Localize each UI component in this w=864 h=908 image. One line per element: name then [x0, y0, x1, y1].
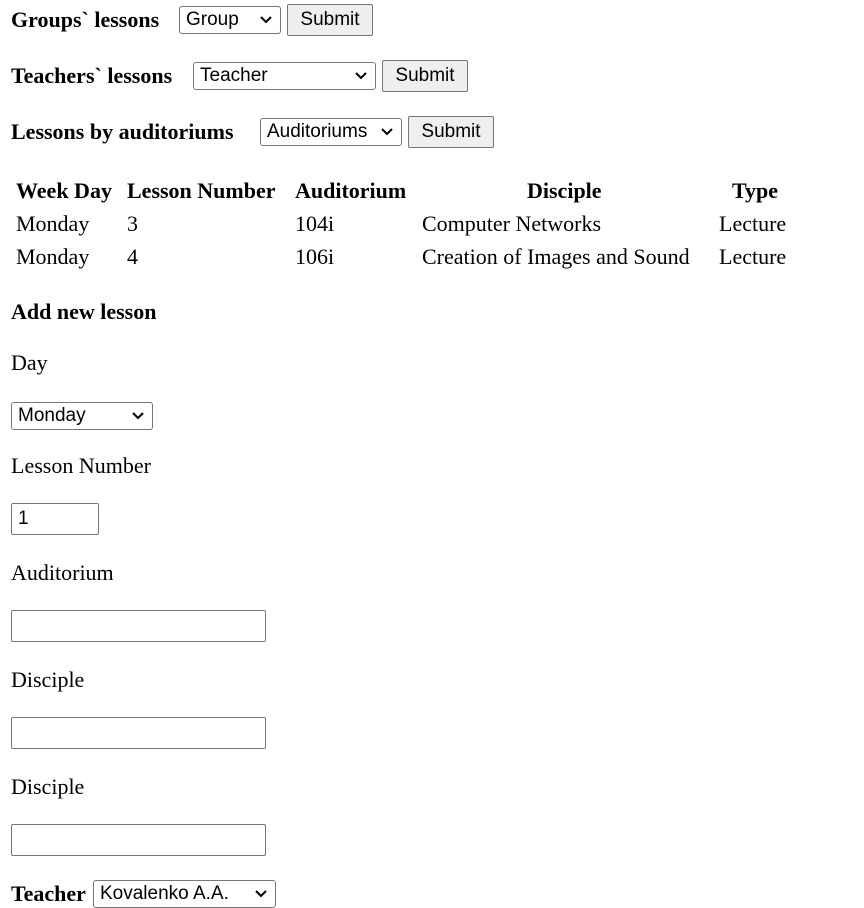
teachers-submit-button[interactable]: Submit — [382, 60, 468, 92]
day-label: Day — [11, 350, 48, 375]
lesson-number-label: Lesson Number — [11, 453, 151, 478]
disciple-label-2: Disciple — [11, 774, 85, 799]
header-week-day: Week Day — [16, 178, 112, 203]
disciple-input[interactable] — [11, 717, 266, 749]
chevron-down-icon — [255, 890, 267, 898]
groups-submit-button[interactable]: Submit — [287, 4, 373, 36]
cell-type: Lecture — [719, 244, 787, 269]
lesson-number-input[interactable]: 1 — [11, 503, 99, 535]
teacher-filter-select-value: Teacher — [200, 65, 268, 86]
cell-lesson-number: 3 — [127, 211, 138, 236]
cell-lesson-number: 4 — [127, 244, 138, 269]
auditoriums-lessons-label: Lessons by auditoriums — [11, 119, 234, 144]
disciple-label: Disciple — [11, 667, 85, 692]
cell-auditorium: 106i — [295, 244, 335, 269]
day-select-value: Monday — [18, 405, 86, 426]
cell-week-day: Monday — [16, 244, 90, 269]
teacher-select-value: Kovalenko A.A. — [100, 883, 229, 904]
disciple-input-2[interactable] — [11, 824, 266, 856]
chevron-down-icon — [260, 16, 272, 24]
teacher-select[interactable]: Kovalenko A.A. — [93, 880, 276, 908]
header-auditorium: Auditorium — [295, 178, 407, 203]
add-lesson-heading: Add new lesson — [11, 299, 157, 324]
teacher-filter-select[interactable]: Teacher — [193, 62, 376, 90]
group-select-value: Group — [186, 9, 239, 30]
chevron-down-icon — [132, 412, 144, 420]
cell-disciple: Computer Networks — [422, 211, 602, 236]
day-select[interactable]: Monday — [11, 402, 153, 430]
groups-lessons-label: Groups` lessons — [11, 7, 160, 32]
auditorium-filter-select[interactable]: Auditoriums — [260, 118, 402, 146]
auditorium-label: Auditorium — [11, 560, 114, 585]
teacher-label: Teacher — [11, 881, 86, 906]
auditoriums-submit-button[interactable]: Submit — [408, 116, 494, 148]
teachers-lessons-label: Teachers` lessons — [11, 63, 173, 88]
cell-auditorium: 104i — [295, 211, 335, 236]
header-type: Type — [732, 178, 779, 203]
header-disciple: Disciple — [527, 178, 602, 203]
auditorium-input[interactable] — [11, 610, 266, 642]
header-lesson-number: Lesson Number — [127, 178, 276, 203]
cell-week-day: Monday — [16, 211, 90, 236]
cell-disciple: Creation of Images and Sound — [422, 244, 690, 269]
group-select[interactable]: Group — [179, 6, 281, 34]
chevron-down-icon — [355, 72, 367, 80]
auditorium-filter-select-value: Auditoriums — [267, 121, 368, 142]
cell-type: Lecture — [719, 211, 787, 236]
chevron-down-icon — [381, 128, 393, 136]
